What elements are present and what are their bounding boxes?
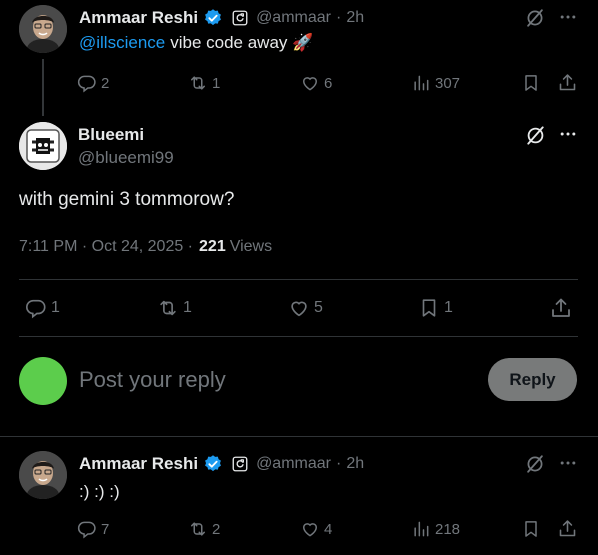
repost-button[interactable]: 2 bbox=[188, 519, 220, 539]
composer-avatar bbox=[19, 357, 67, 405]
divider bbox=[0, 436, 598, 437]
bookmark-button[interactable]: 1 bbox=[418, 297, 453, 319]
reply-count: 1 bbox=[51, 299, 60, 316]
views-count: 221 bbox=[199, 238, 226, 255]
author-handle[interactable]: @ammaar bbox=[256, 9, 331, 27]
views-icon bbox=[411, 73, 431, 93]
rocket-emoji: 🚀 bbox=[292, 33, 314, 52]
post-time[interactable]: 2h bbox=[346, 9, 364, 27]
views-button[interactable]: 218 bbox=[411, 519, 460, 539]
post-meta: 7:11 PM · Oct 24, 2025 · 221 Views bbox=[19, 238, 272, 256]
author-name[interactable]: Blueemi bbox=[78, 125, 144, 145]
mention-link[interactable]: @illscience bbox=[79, 33, 165, 53]
post-timestamp[interactable]: 7:11 PM · Oct 24, 2025 · bbox=[19, 238, 193, 256]
repost-button[interactable]: 1 bbox=[188, 73, 220, 93]
like-count: 5 bbox=[314, 299, 323, 316]
reply-count: 2 bbox=[101, 74, 110, 92]
more-icon[interactable] bbox=[558, 453, 578, 473]
share-icon[interactable] bbox=[557, 72, 578, 93]
like-icon bbox=[300, 73, 320, 93]
like-button[interactable]: 5 bbox=[288, 297, 323, 319]
grok-icon[interactable] bbox=[524, 7, 546, 29]
reply-button[interactable]: 2 bbox=[77, 73, 109, 93]
subscription-badge-icon bbox=[231, 455, 249, 473]
author-name[interactable]: Ammaar Reshi bbox=[79, 8, 198, 28]
repost-count: 2 bbox=[212, 520, 221, 538]
like-button[interactable]: 6 bbox=[300, 73, 332, 93]
reply-input[interactable]: Post your reply bbox=[79, 367, 226, 393]
avatar-photo bbox=[19, 451, 67, 499]
grok-icon[interactable] bbox=[524, 124, 547, 147]
bookmark-count: 1 bbox=[444, 299, 453, 316]
more-icon[interactable] bbox=[558, 124, 578, 144]
post-text: :) :) :) bbox=[79, 482, 120, 501]
avatar-photo bbox=[19, 122, 67, 170]
share-icon[interactable] bbox=[557, 518, 578, 539]
divider bbox=[19, 279, 578, 280]
divider bbox=[19, 336, 578, 337]
post-text-body: vibe code away bbox=[170, 33, 288, 52]
post-text: @illscience vibe code away 🚀 bbox=[79, 33, 314, 53]
avatar[interactable] bbox=[19, 451, 67, 499]
repost-icon bbox=[188, 73, 208, 93]
views-button[interactable]: 307 bbox=[411, 73, 460, 93]
repost-button[interactable]: 1 bbox=[157, 297, 192, 319]
reply-icon bbox=[77, 519, 97, 539]
subscription-badge-icon bbox=[231, 9, 249, 27]
bookmark-icon[interactable] bbox=[521, 73, 541, 93]
verified-badge-icon bbox=[203, 454, 223, 474]
post-header: Ammaar Reshi @ammaar · 2h bbox=[79, 7, 364, 29]
avatar-photo bbox=[19, 5, 67, 53]
repost-icon bbox=[157, 297, 179, 319]
author-handle[interactable]: @ammaar bbox=[256, 455, 331, 473]
repost-icon bbox=[188, 519, 208, 539]
avatar[interactable] bbox=[19, 122, 67, 170]
separator-dot: · bbox=[335, 455, 342, 472]
bookmark-icon bbox=[418, 297, 440, 319]
separator-dot: · bbox=[335, 9, 342, 26]
share-icon[interactable] bbox=[549, 296, 573, 320]
repost-count: 1 bbox=[183, 299, 192, 316]
like-icon bbox=[300, 519, 320, 539]
repost-count: 1 bbox=[212, 74, 221, 92]
reply-button[interactable]: 1 bbox=[25, 297, 60, 319]
like-icon bbox=[288, 297, 310, 319]
post-time[interactable]: 2h bbox=[346, 455, 364, 473]
author-handle[interactable]: @blueemi99 bbox=[78, 148, 174, 168]
reply-count: 7 bbox=[101, 520, 110, 538]
reply-submit-button[interactable]: Reply bbox=[488, 358, 577, 401]
reply-icon bbox=[25, 297, 47, 319]
like-count: 4 bbox=[324, 520, 333, 538]
views-count: 218 bbox=[435, 520, 461, 538]
like-count: 6 bbox=[324, 74, 333, 92]
avatar[interactable] bbox=[19, 5, 67, 53]
post-text: with gemini 3 tommorow? bbox=[19, 189, 235, 210]
views-count: 307 bbox=[435, 74, 461, 92]
reply-icon bbox=[77, 73, 97, 93]
views-icon bbox=[411, 519, 431, 539]
bookmark-icon[interactable] bbox=[521, 519, 541, 539]
post-header: Ammaar Reshi @ammaar · 2h bbox=[79, 453, 364, 475]
grok-icon[interactable] bbox=[524, 453, 546, 475]
views-label: Views bbox=[229, 238, 273, 255]
reply-button[interactable]: 7 bbox=[77, 519, 109, 539]
more-icon[interactable] bbox=[558, 7, 578, 27]
thread-connector-line bbox=[42, 59, 44, 116]
author-name[interactable]: Ammaar Reshi bbox=[79, 454, 198, 474]
verified-badge-icon bbox=[203, 8, 223, 28]
like-button[interactable]: 4 bbox=[300, 519, 332, 539]
